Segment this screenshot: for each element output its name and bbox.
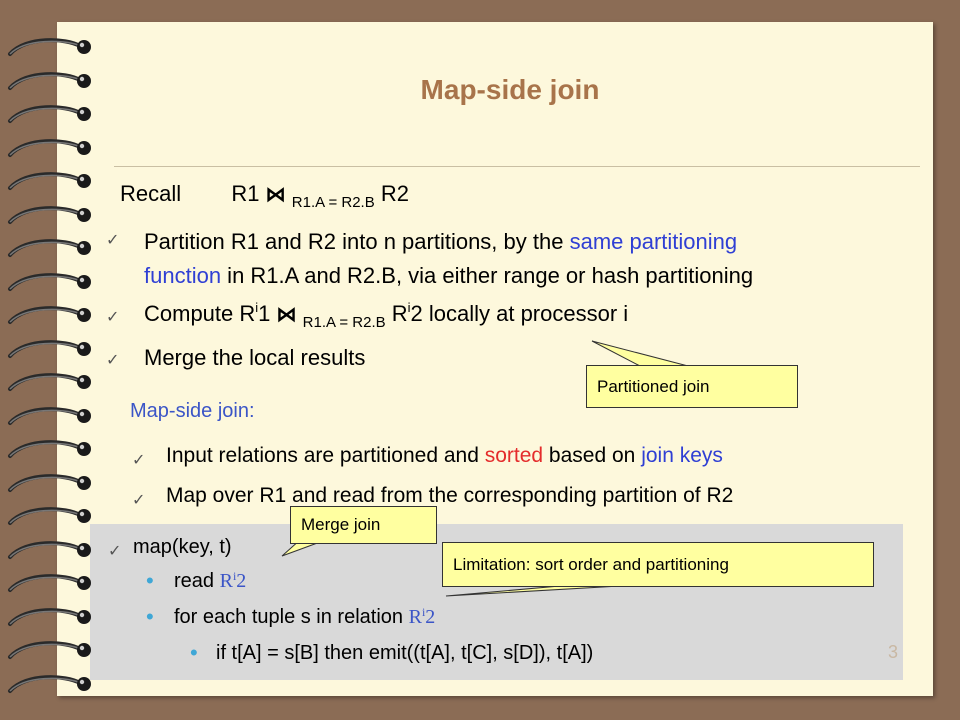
binding-ring-icon [8,172,91,190]
binding-ring-icon [8,674,91,693]
callout-merge-join: Merge join [290,506,437,544]
binding-ring-icon [8,373,91,391]
binding-ring-icon [8,641,91,659]
binding-ring-icon [8,239,91,257]
binding-ring-icon [8,540,91,559]
binding-ring-icon [8,607,91,626]
binding-ring-icon [8,205,91,224]
binding-ring-icon [8,440,91,458]
binding-ring-icon [8,473,91,492]
callout-tails [281,340,689,597]
binding-ring-icon [8,507,91,525]
binding-ring-icon [8,339,91,358]
callout-partitioned-join: Partitioned join [586,365,798,408]
binding-ring-icon [8,272,91,291]
callout-limitation: Limitation: sort order and partitioning [442,542,874,587]
binding-ring-icon [8,105,91,123]
binding-ring-icon [8,38,91,56]
binding-ring-icon [8,71,91,90]
binding-ring-icon [8,306,91,324]
binding-ring-icon [8,138,91,157]
binding-ring-icon [8,574,91,592]
binding-ring-icon [8,406,91,425]
